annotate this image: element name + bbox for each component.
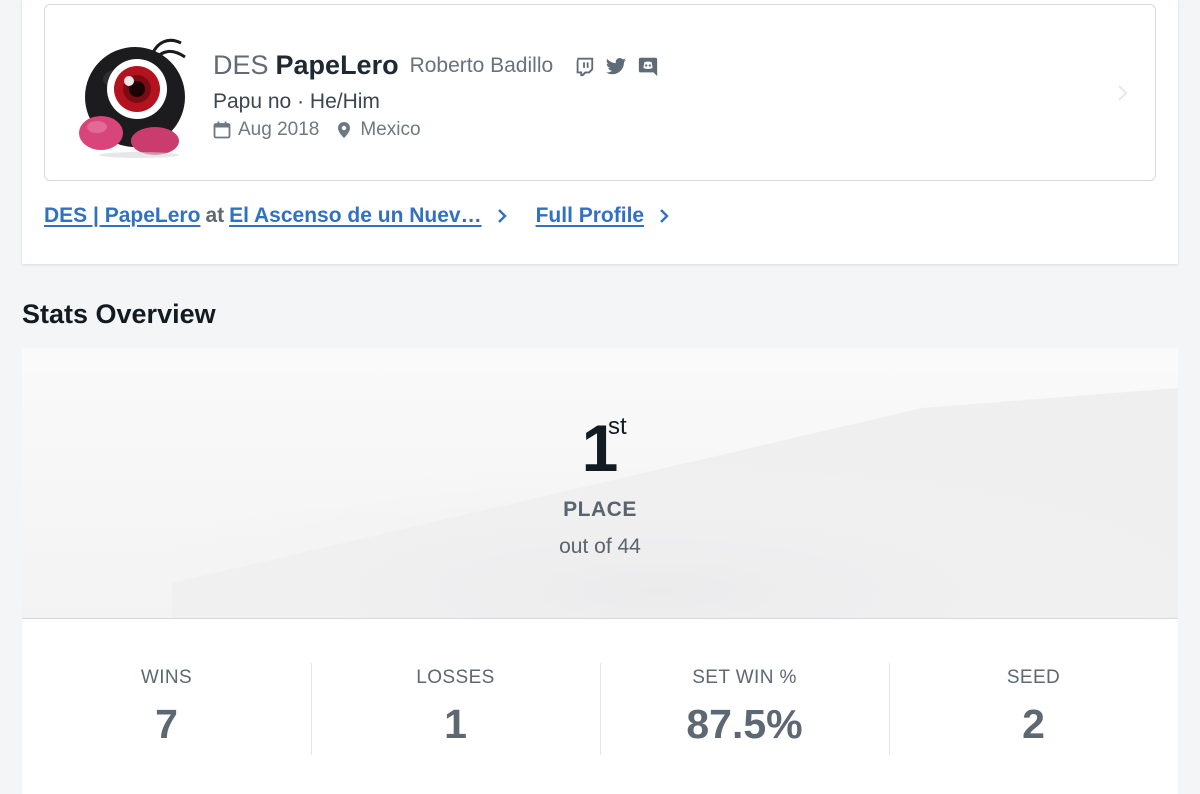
stat-value: 87.5%: [686, 701, 803, 747]
location: Mexico: [335, 119, 421, 141]
twitch-icon[interactable]: [573, 55, 595, 77]
stat-value: 1: [444, 701, 467, 747]
calendar-icon: [213, 121, 231, 139]
full-profile-link[interactable]: Full Profile: [536, 204, 645, 228]
section-title: Stats Overview: [22, 299, 216, 329]
placement-label: PLACE: [563, 498, 637, 521]
stats-row: WINS 7 LOSSES 1 SET WIN % 87.5% SEED 2: [22, 618, 1178, 794]
stat-set-win-percent: SET WIN % 87.5%: [600, 619, 889, 794]
stat-label: LOSSES: [416, 667, 495, 688]
profile-meta: Aug 2018 Mexico: [213, 119, 437, 141]
real-name: Roberto Badillo: [409, 53, 554, 77]
placement-suffix: st: [608, 413, 627, 440]
event-link[interactable]: El Ascenso de un Nuev…: [229, 204, 481, 228]
placement: 1 st: [22, 410, 1178, 486]
entrant-link[interactable]: DES | PapeLero: [44, 204, 200, 228]
at-text: at: [205, 204, 225, 227]
location-pin-icon: [338, 122, 351, 138]
stat-value: 2: [1022, 701, 1045, 747]
stat-losses: LOSSES 1: [311, 619, 600, 794]
stat-label: SEED: [1006, 667, 1061, 688]
gamertag: PapeLero: [275, 50, 399, 80]
links-row: DES | PapeLero at El Ascenso de un Nuev……: [44, 204, 670, 228]
stat-wins: WINS 7: [22, 619, 311, 794]
bio: Papu no · He/Him: [213, 90, 380, 113]
chevron-right-icon: [660, 209, 669, 223]
profile-card[interactable]: DES PapeLero Roberto Badillo Papu no · H…: [44, 4, 1156, 181]
stat-value: 7: [155, 701, 178, 747]
chevron-right-icon: [1118, 85, 1128, 101]
stat-label: WINS: [140, 667, 193, 688]
stat-label: SET WIN %: [692, 667, 797, 688]
team-prefix: DES: [213, 50, 269, 80]
joined-date: Aug 2018: [213, 119, 319, 141]
placement-panel: 1 st PLACE out of 44: [22, 348, 1178, 618]
placement-total: out of 44: [559, 535, 641, 558]
profile-section: DES PapeLero Roberto Badillo Papu no · H…: [22, 0, 1178, 264]
stat-seed: SEED 2: [889, 619, 1178, 794]
avatar: [79, 38, 186, 158]
discord-icon[interactable]: [637, 55, 659, 77]
chevron-right-icon: [497, 209, 507, 223]
twitter-icon[interactable]: [605, 55, 627, 77]
name-row: DES PapeLero Roberto Badillo: [213, 50, 659, 81]
